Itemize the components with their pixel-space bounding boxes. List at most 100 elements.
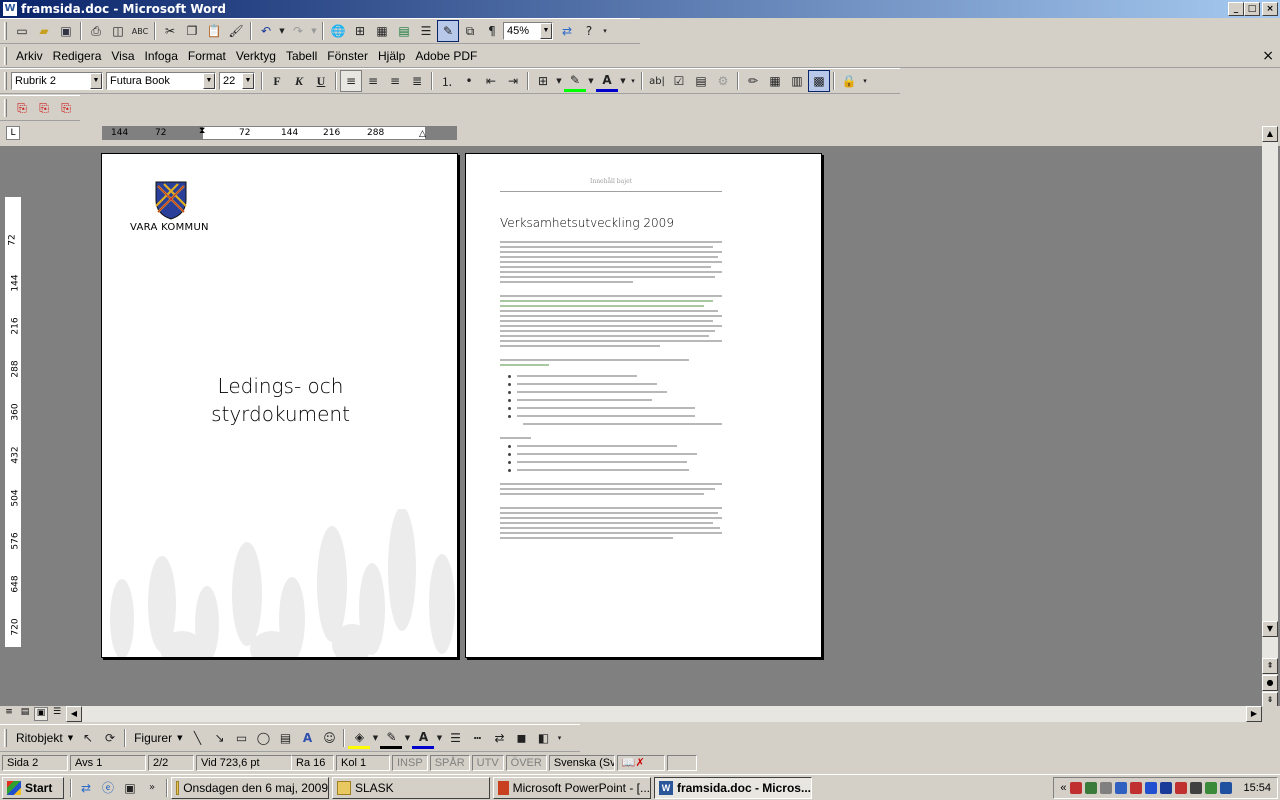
maximize-button[interactable]: □: [1244, 2, 1260, 16]
dropdown-field-icon[interactable]: ▤: [690, 70, 712, 92]
tray-battery-icon[interactable]: [1220, 782, 1233, 794]
status-track-changes[interactable]: SPÅR: [429, 755, 470, 771]
chevron-down-icon[interactable]: ▼: [540, 23, 552, 39]
quicklaunch-ie-icon[interactable]: ⓔ: [97, 777, 119, 799]
draw-table-icon[interactable]: ✏: [742, 70, 764, 92]
tray-app-icon[interactable]: [1115, 782, 1128, 794]
oval-icon[interactable]: ◯: [252, 727, 274, 749]
style-select[interactable]: Rubrik 2 ▼: [11, 72, 103, 90]
show-hide-icon[interactable]: ¶: [481, 20, 503, 42]
justify-icon[interactable]: ≣: [406, 70, 428, 92]
tray-bluetooth-icon[interactable]: [1145, 782, 1158, 794]
font-color-icon[interactable]: A: [412, 727, 435, 749]
fill-color-icon[interactable]: ◈: [348, 727, 371, 749]
numbering-icon[interactable]: ⒈: [436, 70, 458, 92]
convert-and-review-pdf-icon[interactable]: ⎘: [55, 97, 77, 119]
menu-infoga[interactable]: Infoga: [140, 49, 183, 63]
toolbar-options-icon[interactable]: ▾: [554, 727, 564, 749]
font-size-select[interactable]: 22 ▼: [219, 72, 255, 90]
protect-form-icon[interactable]: 🔒: [838, 70, 860, 92]
horizontal-ruler[interactable]: 144 72 72 144 216 288 ⧗ △: [102, 126, 457, 140]
highlight-icon[interactable]: ✎: [564, 70, 586, 92]
line-icon[interactable]: ╲: [186, 727, 208, 749]
highlight-dropdown-icon[interactable]: ▼: [586, 70, 596, 92]
menu-verktyg[interactable]: Verktyg: [231, 49, 281, 63]
tray-update-icon[interactable]: [1175, 782, 1188, 794]
print-layout-view-icon[interactable]: ▣: [34, 707, 48, 721]
share-icon[interactable]: ⇄: [556, 20, 578, 42]
insert-table-icon[interactable]: ▦: [371, 20, 393, 42]
arrow-icon[interactable]: ↘: [208, 727, 230, 749]
insert-excel-icon[interactable]: ▤: [393, 20, 415, 42]
word-app-icon[interactable]: W: [3, 2, 17, 16]
hyperlink-icon[interactable]: 🌐: [327, 20, 349, 42]
menu-fonster[interactable]: Fönster: [322, 49, 373, 63]
horizontal-scroll-track[interactable]: [82, 706, 1246, 722]
spelling-status-icon[interactable]: 📖✗: [616, 755, 665, 771]
undo-dropdown-icon[interactable]: ▼: [277, 20, 287, 42]
right-indent-marker[interactable]: △: [419, 129, 426, 139]
status-extend[interactable]: UTV: [471, 755, 504, 771]
clip-art-icon[interactable]: ☺: [318, 727, 340, 749]
line-color-dropdown-icon[interactable]: ▼: [402, 727, 412, 749]
tray-antivirus-icon[interactable]: [1205, 782, 1218, 794]
menu-redigera[interactable]: Redigera: [48, 49, 107, 63]
normal-view-icon[interactable]: ≡: [2, 707, 16, 721]
clock[interactable]: 15:54: [1243, 782, 1271, 794]
insert-frame-icon[interactable]: ▥: [786, 70, 808, 92]
status-overtype[interactable]: ÖVER: [505, 755, 547, 771]
task-folder-date[interactable]: Onsdagen den 6 maj, 2009: [171, 776, 329, 799]
scroll-left-button[interactable]: ◀: [66, 706, 82, 722]
menu-format[interactable]: Format: [183, 49, 231, 63]
line-color-icon[interactable]: ✎: [380, 727, 403, 749]
scroll-right-button[interactable]: ▶: [1246, 706, 1262, 722]
zoom-select[interactable]: 45% ▼: [503, 22, 553, 40]
redo-dropdown-icon[interactable]: ▼: [309, 20, 319, 42]
underline-button[interactable]: U: [310, 70, 332, 92]
menu-hjalp[interactable]: Hjälp: [373, 49, 410, 63]
scroll-down-button[interactable]: ▼: [1262, 621, 1278, 637]
close-document-icon[interactable]: ×: [1262, 48, 1274, 64]
convert-and-email-pdf-icon[interactable]: ⎘: [33, 97, 55, 119]
arrow-style-icon[interactable]: ⇄: [488, 727, 510, 749]
help-icon[interactable]: ?: [578, 20, 600, 42]
3d-icon[interactable]: ◧: [532, 727, 554, 749]
toolbar-grip[interactable]: [4, 72, 7, 90]
free-rotate-icon[interactable]: ⟳: [99, 727, 121, 749]
toolbar-options-icon[interactable]: ▾: [860, 70, 870, 92]
close-button[interactable]: ×: [1262, 2, 1278, 16]
tray-expand-icon[interactable]: «: [1060, 782, 1066, 794]
task-folder-slask[interactable]: SLASK: [332, 776, 490, 799]
checkbox-field-icon[interactable]: ☑: [668, 70, 690, 92]
tray-sync-icon[interactable]: [1160, 782, 1173, 794]
font-select[interactable]: Futura Book ▼: [106, 72, 216, 90]
line-style-icon[interactable]: ☰: [444, 727, 466, 749]
minimize-button[interactable]: _: [1228, 2, 1244, 16]
form-shading-icon[interactable]: ▩: [808, 70, 830, 92]
select-browse-object-button[interactable]: ●: [1262, 675, 1278, 691]
menu-arkiv[interactable]: Arkiv: [11, 49, 48, 63]
font-color-dropdown-icon[interactable]: ▼: [434, 727, 444, 749]
toolbar-grip[interactable]: [4, 22, 7, 40]
chevron-down-icon[interactable]: ▼: [177, 734, 182, 742]
quicklaunch-more-icon[interactable]: »: [141, 777, 163, 799]
font-color-dropdown-icon[interactable]: ▼: [618, 70, 628, 92]
toolbar-options-icon[interactable]: ▾: [628, 70, 638, 92]
dash-style-icon[interactable]: ┅: [466, 727, 488, 749]
page-2[interactable]: Innehåll bajet Verksamhetsutveckling 200…: [465, 153, 822, 658]
increase-indent-icon[interactable]: ⇥: [502, 70, 524, 92]
document-map-icon[interactable]: ⧉: [459, 20, 481, 42]
tray-security-icon[interactable]: [1085, 782, 1098, 794]
status-language[interactable]: Svenska (Sv: [548, 755, 615, 771]
rectangle-icon[interactable]: ▭: [230, 727, 252, 749]
previous-page-button[interactable]: ⇞: [1262, 658, 1278, 674]
drawing-icon[interactable]: ✎: [437, 20, 459, 42]
fill-color-dropdown-icon[interactable]: ▼: [370, 727, 380, 749]
align-left-icon[interactable]: ≡: [340, 70, 362, 92]
spelling-icon[interactable]: ABC: [129, 20, 151, 42]
page-1[interactable]: VARA KOMMUN Ledings- och styrdokument: [101, 153, 458, 658]
text-field-icon[interactable]: ab|: [646, 70, 668, 92]
print-icon[interactable]: ⎙: [85, 20, 107, 42]
italic-button[interactable]: K: [288, 70, 310, 92]
decrease-indent-icon[interactable]: ⇤: [480, 70, 502, 92]
